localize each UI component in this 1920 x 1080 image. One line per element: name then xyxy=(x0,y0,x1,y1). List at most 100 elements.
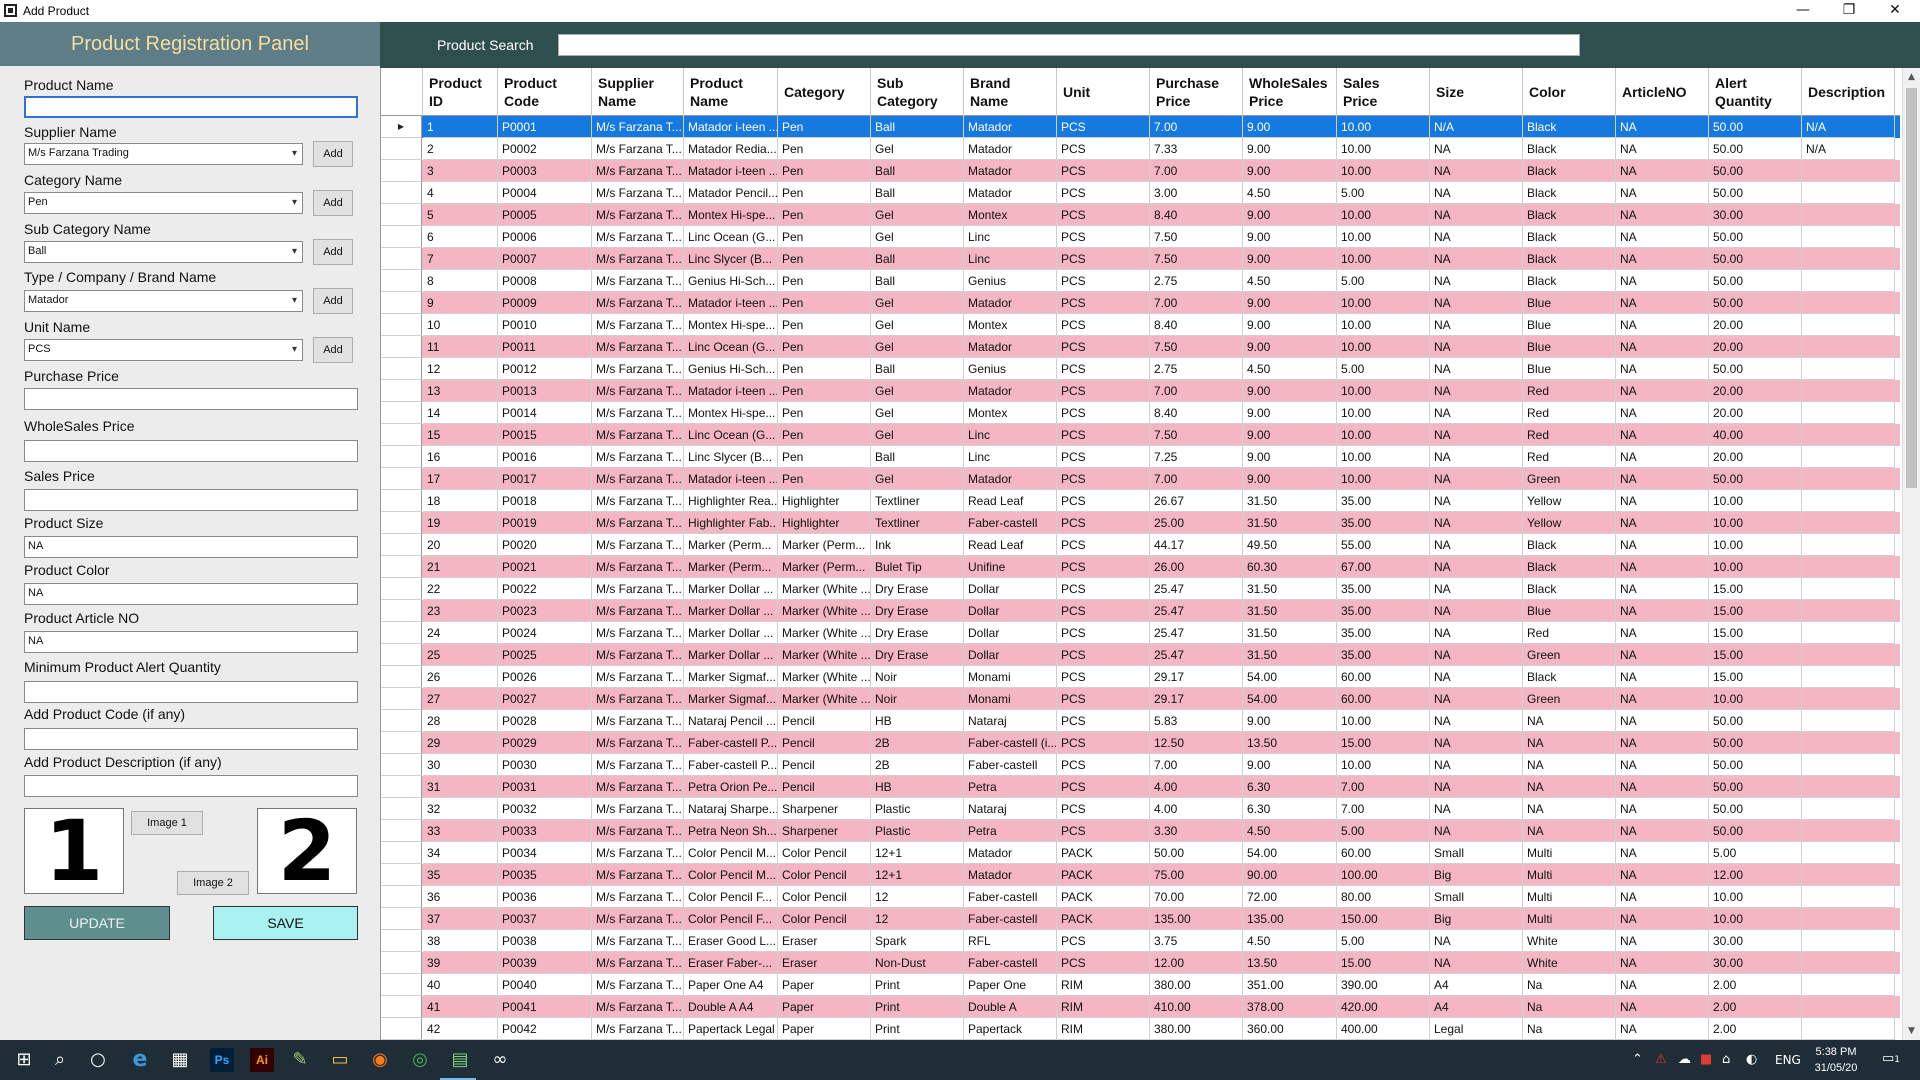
add-unit-button[interactable]: Add xyxy=(313,337,353,363)
table-cell[interactable]: Highlighter xyxy=(778,490,871,512)
table-cell[interactable]: Sharpener xyxy=(778,798,871,820)
table-cell[interactable]: Ball xyxy=(871,182,964,204)
table-cell[interactable]: 20.00 xyxy=(1709,336,1802,358)
table-cell[interactable]: 50.00 xyxy=(1709,732,1802,754)
table-cell[interactable]: Matador xyxy=(964,336,1057,358)
row-header[interactable] xyxy=(381,974,422,996)
table-cell[interactable]: P0033 xyxy=(498,820,592,842)
notepad-icon[interactable]: ✎ xyxy=(286,1046,314,1074)
table-cell[interactable]: Spark xyxy=(871,930,964,952)
table-cell[interactable]: 9.00 xyxy=(1243,314,1337,336)
table-cell[interactable]: 50.00 xyxy=(1709,820,1802,842)
table-cell[interactable]: NA xyxy=(1616,292,1709,314)
table-cell[interactable]: 24 xyxy=(423,622,498,644)
table-cell[interactable]: NA xyxy=(1430,402,1523,424)
table-cell[interactable] xyxy=(1802,886,1895,908)
table-cell[interactable]: M/s Farzana T... xyxy=(592,996,684,1018)
table-cell[interactable]: 5.83 xyxy=(1150,710,1243,732)
table-cell[interactable] xyxy=(1802,270,1895,292)
table-cell[interactable]: M/s Farzana T... xyxy=(592,424,684,446)
row-header[interactable] xyxy=(381,446,422,468)
table-cell[interactable]: Montex Hi-spe... xyxy=(684,314,778,336)
table-cell[interactable]: Petra Neon Sh... xyxy=(684,820,778,842)
table-cell[interactable]: Ball xyxy=(871,270,964,292)
table-cell[interactable]: Black xyxy=(1523,204,1616,226)
table-cell[interactable]: NA xyxy=(1430,138,1523,160)
table-cell[interactable]: Print xyxy=(871,996,964,1018)
table-cell[interactable]: Pencil xyxy=(778,732,871,754)
supplier-name-select[interactable]: M/s Farzana Trading ▾ xyxy=(24,143,303,165)
table-cell[interactable] xyxy=(1802,468,1895,490)
table-cell[interactable]: 7.00 xyxy=(1337,798,1430,820)
table-cell[interactable]: PCS xyxy=(1057,600,1150,622)
table-cell[interactable]: NA xyxy=(1523,776,1616,798)
table-row[interactable]: 19 P0019 M/s Farzana T... Highlighter Fab..… xyxy=(381,512,1900,534)
table-cell[interactable]: P0039 xyxy=(498,952,592,974)
table-cell[interactable] xyxy=(1802,1018,1895,1040)
table-cell[interactable]: NA xyxy=(1616,622,1709,644)
table-cell[interactable]: Faber-castell P... xyxy=(684,732,778,754)
table-cell[interactable]: 42 xyxy=(423,1018,498,1040)
table-cell[interactable]: P0029 xyxy=(498,732,592,754)
table-cell[interactable]: 9.00 xyxy=(1243,226,1337,248)
table-cell[interactable]: Petra Orion Pe... xyxy=(684,776,778,798)
table-cell[interactable]: NA xyxy=(1430,754,1523,776)
table-cell[interactable]: Matador xyxy=(964,468,1057,490)
table-cell[interactable]: 20.00 xyxy=(1709,314,1802,336)
table-cell[interactable]: Blue xyxy=(1523,336,1616,358)
table-cell[interactable]: NA xyxy=(1616,710,1709,732)
table-cell[interactable]: Black xyxy=(1523,248,1616,270)
table-cell[interactable]: Black xyxy=(1523,666,1616,688)
table-cell[interactable]: Dry Erase xyxy=(871,600,964,622)
close-button[interactable]: ✕ xyxy=(1872,0,1918,22)
table-cell[interactable]: Eraser xyxy=(778,930,871,952)
table-cell[interactable]: 31.50 xyxy=(1243,600,1337,622)
table-cell[interactable]: Marker (White ... xyxy=(778,666,871,688)
table-row[interactable]: 26 P0026 M/s Farzana T... Marker Sigmaf... M… xyxy=(381,666,1900,688)
windows-start-icon[interactable]: ⊞ xyxy=(10,1046,38,1074)
table-cell[interactable]: Pen xyxy=(778,446,871,468)
table-cell[interactable]: Pen xyxy=(778,160,871,182)
table-row[interactable]: 33 P0033 M/s Farzana T... Petra Neon Sh... S… xyxy=(381,820,1900,842)
table-cell[interactable]: 4.50 xyxy=(1243,182,1337,204)
table-cell[interactable]: NA xyxy=(1616,864,1709,886)
table-cell[interactable]: Color Pencil xyxy=(778,886,871,908)
app-tray-icon[interactable]: ■ xyxy=(1700,1052,1712,1067)
column-header[interactable]: Product Code xyxy=(498,68,592,116)
table-cell[interactable]: NA xyxy=(1616,424,1709,446)
minimize-button[interactable]: — xyxy=(1780,0,1826,22)
table-cell[interactable]: 10.00 xyxy=(1337,226,1430,248)
table-cell[interactable]: 9.00 xyxy=(1243,424,1337,446)
table-cell[interactable]: NA xyxy=(1616,754,1709,776)
table-cell[interactable]: 9.00 xyxy=(1243,160,1337,182)
table-cell[interactable]: M/s Farzana T... xyxy=(592,644,684,666)
table-cell[interactable]: 67.00 xyxy=(1337,556,1430,578)
table-cell[interactable]: Genius xyxy=(964,270,1057,292)
table-cell[interactable]: Genius Hi-Sch... xyxy=(684,358,778,380)
table-cell[interactable]: PCS xyxy=(1057,116,1150,138)
row-header[interactable] xyxy=(381,930,422,952)
table-cell[interactable]: NA xyxy=(1616,798,1709,820)
table-cell[interactable]: NA xyxy=(1616,578,1709,600)
row-header[interactable] xyxy=(381,424,422,446)
table-cell[interactable]: Color Pencil xyxy=(778,908,871,930)
table-cell[interactable]: 50.00 xyxy=(1709,226,1802,248)
table-cell[interactable]: P0040 xyxy=(498,974,592,996)
table-cell[interactable]: PCS xyxy=(1057,446,1150,468)
table-cell[interactable]: Marker Dollar ... xyxy=(684,644,778,666)
table-cell[interactable]: 30.00 xyxy=(1709,930,1802,952)
notification-icon[interactable]: ▭1 xyxy=(1882,1051,1900,1066)
table-cell[interactable]: Highlighter Rea... xyxy=(684,490,778,512)
table-cell[interactable]: P0011 xyxy=(498,336,592,358)
table-cell[interactable]: M/s Farzana T... xyxy=(592,666,684,688)
table-cell[interactable]: Na xyxy=(1523,974,1616,996)
table-cell[interactable]: M/s Farzana T... xyxy=(592,908,684,930)
table-cell[interactable]: 49.50 xyxy=(1243,534,1337,556)
table-cell[interactable]: Small xyxy=(1430,886,1523,908)
table-cell[interactable]: P0032 xyxy=(498,798,592,820)
unit-name-select[interactable]: PCS ▾ xyxy=(24,339,303,361)
table-cell[interactable]: Matador xyxy=(964,380,1057,402)
table-cell[interactable] xyxy=(1802,732,1895,754)
row-header[interactable] xyxy=(381,732,422,754)
table-cell[interactable]: Genius xyxy=(964,358,1057,380)
